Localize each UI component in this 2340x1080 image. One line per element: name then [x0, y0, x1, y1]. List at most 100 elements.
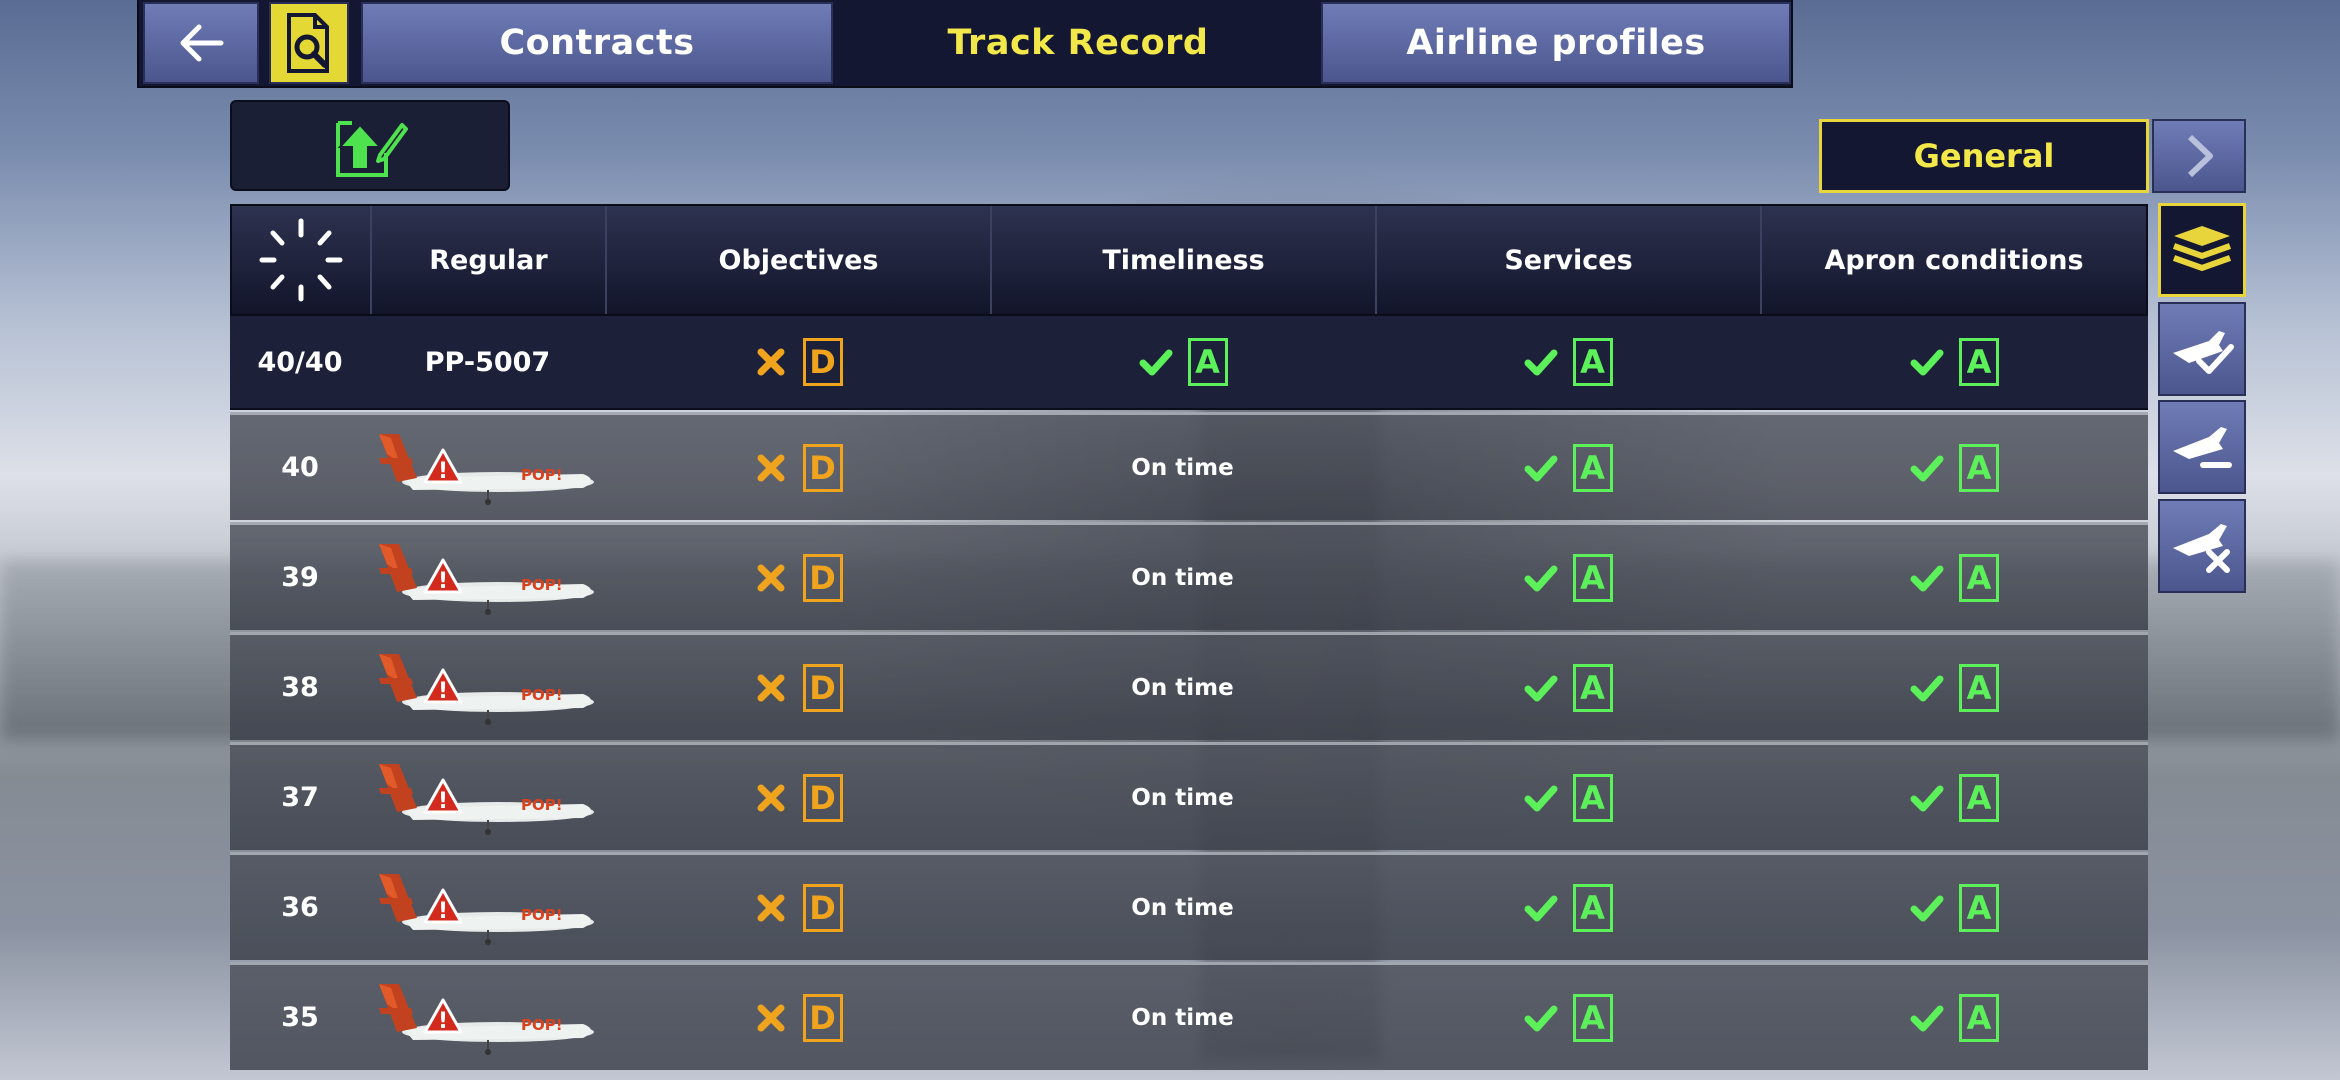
- services-grade-badge: A: [1572, 773, 1613, 822]
- header-regular: Regular: [372, 206, 607, 314]
- flight-number: 36: [281, 892, 319, 923]
- check-icon: [1909, 344, 1945, 380]
- objectives-grade-badge: D: [802, 773, 843, 822]
- flight-number: 37: [281, 782, 319, 813]
- services-cell: A: [1375, 745, 1760, 850]
- timeliness-cell: On time: [990, 965, 1375, 1070]
- filter-dropdown[interactable]: General: [1819, 119, 2149, 193]
- aircraft-warning-image: POP! !: [378, 873, 594, 945]
- aircraft-livery-text: POP!: [521, 796, 563, 814]
- objectives-grade-badge: D: [802, 883, 843, 932]
- cross-icon: [753, 1000, 789, 1036]
- chevron-right-icon: [2187, 134, 2213, 178]
- services-grade-badge: A: [1572, 883, 1613, 932]
- document-search-button[interactable]: [269, 2, 349, 84]
- cross-icon: [753, 344, 789, 380]
- check-icon: [1909, 450, 1945, 486]
- check-icon: [1523, 560, 1559, 596]
- services-cell: A: [1375, 965, 1760, 1070]
- filter-all-flights-button[interactable]: [2158, 203, 2246, 297]
- services-grade-badge: A: [1572, 443, 1613, 492]
- table-row[interactable]: 39 POP! ! D On time A A: [230, 522, 2148, 630]
- objectives-grade-badge: D: [802, 338, 843, 386]
- timeliness-text: On time: [1131, 454, 1234, 481]
- objectives-cell: D: [605, 965, 990, 1070]
- apron-grade-badge: A: [1959, 773, 1999, 822]
- timeliness-cell: On time: [990, 855, 1375, 960]
- aircraft-cell: POP! !: [370, 525, 605, 630]
- filter-cancelled-flights-button[interactable]: [2158, 499, 2246, 593]
- aircraft-warning-image: POP! !: [378, 763, 594, 835]
- upload-edit-button[interactable]: [230, 100, 510, 191]
- check-icon: [1523, 1000, 1559, 1036]
- objectives-cell: D: [605, 635, 990, 740]
- back-arrow-icon: [180, 24, 224, 62]
- services-grade-badge: A: [1572, 993, 1613, 1042]
- apron-grade-badge: A: [1959, 553, 1999, 602]
- services-cell: A: [1375, 635, 1760, 740]
- svg-text:!: !: [437, 899, 447, 924]
- summary-row: 40/40 PP-5007 D A A A: [230, 316, 2148, 410]
- aircraft-cell: POP! !: [370, 965, 605, 1070]
- timeliness-text: On time: [1131, 564, 1234, 591]
- timeliness-cell: On time: [990, 635, 1375, 740]
- apron-grade-badge: A: [1959, 443, 1999, 492]
- aircraft-livery-text: POP!: [521, 686, 563, 704]
- plane-cancelled-icon: [2173, 524, 2230, 573]
- summary-timeliness: A: [990, 316, 1375, 408]
- aircraft-warning-image: POP! !: [378, 983, 594, 1055]
- aircraft-warning-image: POP! !: [378, 653, 594, 725]
- aircraft-livery-text: POP!: [521, 906, 563, 924]
- table-row[interactable]: 35 POP! ! D On time A A: [230, 962, 2148, 1070]
- apron-cell: A: [1760, 965, 2148, 1070]
- cross-icon: [753, 890, 789, 926]
- apron-cell: A: [1760, 745, 2148, 850]
- summary-registration: PP-5007: [424, 346, 551, 378]
- timeliness-text: On time: [1131, 784, 1234, 811]
- table-row[interactable]: 36 POP! ! D On time A A: [230, 852, 2148, 960]
- table-row[interactable]: 40 POP! ! D On time A A: [230, 412, 2148, 520]
- table-row[interactable]: 37 POP! ! D On time A A: [230, 742, 2148, 850]
- apron-cell: A: [1760, 635, 2148, 740]
- apron-cell: A: [1760, 855, 2148, 960]
- back-button[interactable]: [143, 2, 259, 84]
- apron-grade-badge: A: [1959, 883, 1999, 932]
- cross-icon: [753, 450, 789, 486]
- flight-number: 35: [281, 1002, 319, 1033]
- timeliness-cell: On time: [990, 525, 1375, 630]
- table-row[interactable]: 38 POP! ! D On time A A: [230, 632, 2148, 740]
- check-icon: [1523, 450, 1559, 486]
- services-grade-badge: A: [1572, 663, 1613, 712]
- document-search-icon: [287, 13, 329, 73]
- tab-airline-profiles[interactable]: Airline profiles: [1321, 2, 1791, 84]
- header-services: Services: [1377, 206, 1762, 314]
- plane-takeoff-icon: [2173, 427, 2232, 468]
- aircraft-livery-text: POP!: [521, 1016, 563, 1034]
- timeliness-cell: On time: [990, 415, 1375, 520]
- check-icon: [1909, 560, 1945, 596]
- loading-spinner-icon: [259, 218, 343, 302]
- top-tab-bar: Contracts Track Record Airline profiles: [137, 0, 1793, 88]
- tab-contracts[interactable]: Contracts: [361, 2, 833, 84]
- header-spinner-cell: [232, 206, 372, 314]
- tab-track-record[interactable]: Track Record: [839, 2, 1317, 84]
- services-cell: A: [1375, 855, 1760, 960]
- next-filter-button[interactable]: [2152, 119, 2246, 193]
- apron-grade-badge: A: [1959, 993, 1999, 1042]
- cross-icon: [753, 670, 789, 706]
- timeliness-cell: On time: [990, 745, 1375, 850]
- aircraft-cell: POP! !: [370, 635, 605, 740]
- timeliness-text: On time: [1131, 894, 1234, 921]
- filter-completed-flights-button[interactable]: [2158, 302, 2246, 396]
- cross-icon: [753, 780, 789, 816]
- svg-text:!: !: [437, 459, 447, 484]
- summary-services: A: [1375, 316, 1760, 408]
- objectives-cell: D: [605, 745, 990, 850]
- filter-ongoing-flights-button[interactable]: [2158, 400, 2246, 494]
- header-apron-conditions: Apron conditions: [1824, 244, 2084, 276]
- services-grade-badge: A: [1572, 338, 1613, 386]
- header-objectives: Objectives: [607, 206, 992, 314]
- check-icon: [1909, 670, 1945, 706]
- aircraft-warning-image: POP! !: [378, 433, 594, 505]
- aircraft-livery-text: POP!: [521, 576, 563, 594]
